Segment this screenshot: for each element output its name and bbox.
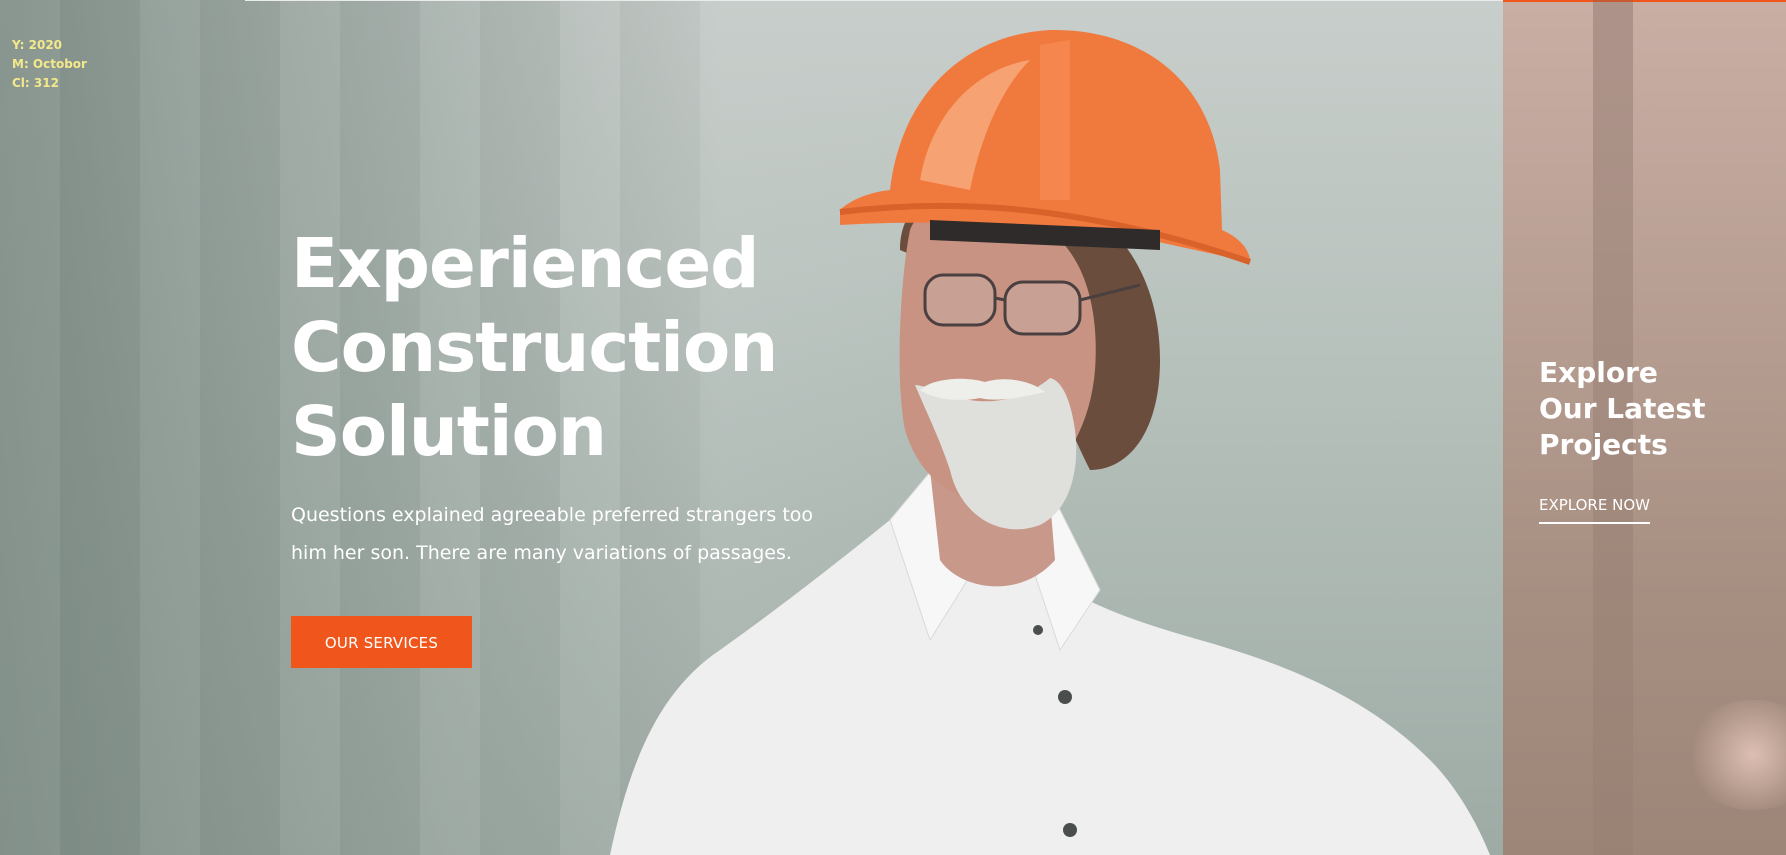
explore-title-line-3: Projects: [1539, 428, 1668, 461]
hero-content: Experienced Construction Solution Questi…: [291, 222, 851, 668]
explore-now-link[interactable]: EXPLORE NOW: [1539, 496, 1650, 524]
overlay-stats: Y: 2020 M: Octobor Cl: 312: [12, 36, 87, 93]
explore-title-line-2: Our Latest: [1539, 392, 1706, 425]
hero-title-line-3: Solution: [291, 392, 607, 472]
overlay-count: Cl: 312: [12, 76, 59, 90]
explore-projects-panel: Explore Our Latest Projects EXPLORE NOW: [1503, 0, 1786, 855]
hero-title: Experienced Construction Solution: [291, 222, 811, 474]
hero-title-line-2: Construction: [291, 308, 778, 388]
explore-title-line-1: Explore: [1539, 356, 1658, 389]
our-services-button[interactable]: OUR SERVICES: [291, 616, 472, 668]
hero-title-line-1: Experienced: [291, 224, 760, 304]
top-edge-line: [245, 0, 1503, 1]
hero-description-line-1: Questions explained agreeable preferred …: [291, 504, 814, 526]
explore-projects-title: Explore Our Latest Projects: [1539, 355, 1759, 463]
overlay-month: M: Octobor: [12, 57, 87, 71]
overlay-year: Y: 2020: [12, 38, 63, 52]
hero-description: Questions explained agreeable preferred …: [291, 496, 851, 572]
hero-description-line-2: him her son. There are many variations o…: [291, 542, 792, 564]
hero-page: Y: 2020 M: Octobor Cl: 312 Experienced C…: [0, 0, 1786, 855]
panel-background-glow: [1683, 700, 1786, 810]
